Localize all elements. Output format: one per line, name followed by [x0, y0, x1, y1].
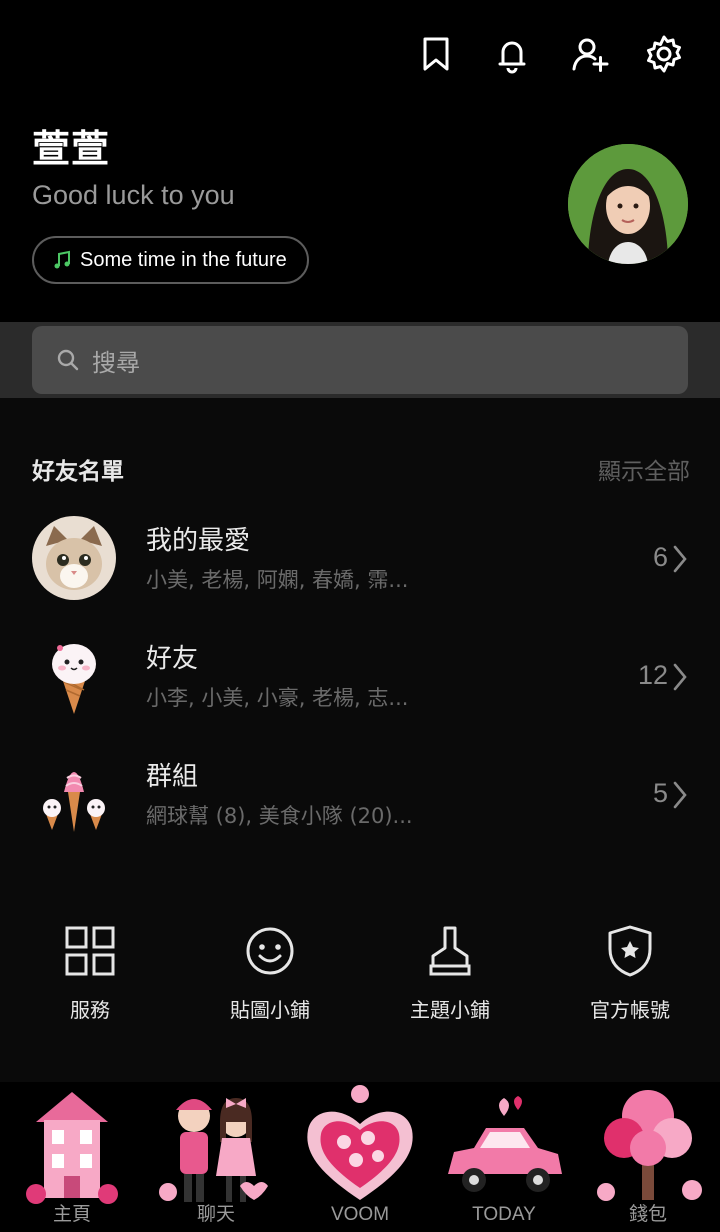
service-services[interactable]: 服務 — [0, 922, 180, 1023]
profile-music-title: Some time in the future — [80, 248, 287, 271]
shield-star-icon — [608, 925, 652, 977]
friend-list-row-count: 5 — [652, 778, 668, 808]
pink-tree-icon — [597, 1090, 702, 1201]
music-note-icon — [54, 250, 70, 269]
nav-chat[interactable]: 聊天 — [144, 1082, 288, 1232]
show-all-link[interactable]: 顯示全部 — [598, 452, 690, 486]
service-label: 主題小鋪 — [410, 998, 490, 1022]
ice-cream-icon — [32, 634, 116, 718]
friend-list-row-friends[interactable]: 好友 小李, 小美, 小豪, 老楊, 志... 12 — [0, 634, 720, 744]
service-label: 官方帳號 — [590, 998, 670, 1022]
nav-home[interactable]: 主頁 — [0, 1082, 144, 1232]
friend-list-row-count: 12 — [637, 660, 668, 690]
friend-list-row-favorites[interactable]: 我的最愛 小美, 老楊, 阿嫻, 春嬌, 霈... 6 — [0, 516, 720, 626]
heart-box-icon — [307, 1085, 413, 1200]
service-label: 貼圖小鋪 — [230, 998, 310, 1022]
pink-house-icon — [26, 1092, 118, 1204]
nav-today[interactable]: TODAY — [432, 1082, 576, 1232]
bookmark-icon[interactable] — [414, 32, 458, 76]
nav-label: 錢包 — [628, 1204, 667, 1225]
service-label: 服務 — [70, 998, 110, 1022]
add-friend-icon[interactable] — [568, 32, 612, 76]
friend-list-row-subtitle: 小美, 老楊, 阿嫻, 春嬌, 霈... — [146, 568, 409, 592]
profile-name[interactable]: 萱萱 — [32, 118, 110, 173]
chevron-right-icon — [673, 781, 687, 809]
pink-car-icon — [448, 1096, 562, 1192]
search-placeholder: 搜尋 — [92, 348, 140, 377]
nav-label: 聊天 — [196, 1204, 235, 1225]
ice-cream-group-icon — [32, 752, 116, 836]
friend-list-row-title: 我的最愛 — [146, 526, 251, 556]
bell-icon[interactable] — [490, 32, 534, 76]
service-theme-shop[interactable]: 主題小鋪 — [360, 922, 540, 1023]
friend-list-row-subtitle: 網球幫 (8), 美食小隊 (20)... — [146, 804, 413, 828]
friend-list-row-title: 好友 — [146, 644, 199, 674]
friend-list-row-title: 群組 — [146, 762, 199, 792]
service-sticker-shop[interactable]: 貼圖小鋪 — [180, 922, 360, 1023]
nav-voom[interactable]: VOOM — [288, 1082, 432, 1232]
nav-wallet[interactable]: 錢包 — [576, 1082, 720, 1232]
search-input[interactable]: 搜尋 — [32, 326, 688, 394]
friend-list-row-count: 6 — [652, 542, 668, 572]
profile-status-message[interactable]: Good luck to you — [32, 180, 235, 211]
gear-icon[interactable] — [642, 32, 686, 76]
chevron-right-icon — [673, 545, 687, 573]
service-official-accounts[interactable]: 官方帳號 — [540, 922, 720, 1023]
profile-music-pill[interactable]: Some time in the future — [32, 236, 309, 284]
bottom-nav: 主頁 聊天 VOOM TODAY 錢包 — [0, 1082, 720, 1232]
search-icon — [57, 349, 79, 371]
friend-list-row-subtitle: 小李, 小美, 小豪, 老楊, 志... — [146, 686, 409, 710]
nav-label: 主頁 — [52, 1204, 91, 1225]
grid-icon — [65, 926, 115, 976]
nav-label: VOOM — [330, 1204, 390, 1225]
friend-list-row-groups[interactable]: 群組 網球幫 (8), 美食小隊 (20)... 5 — [0, 752, 720, 862]
smiley-icon — [246, 927, 294, 975]
profile-avatar[interactable] — [568, 144, 688, 264]
nav-label: TODAY — [472, 1204, 536, 1225]
chevron-right-icon — [673, 663, 687, 691]
friends-section-title: 好友名單 — [32, 459, 124, 485]
brush-icon — [429, 926, 471, 976]
cat-avatar-icon — [32, 516, 116, 600]
couple-icon — [159, 1098, 268, 1202]
